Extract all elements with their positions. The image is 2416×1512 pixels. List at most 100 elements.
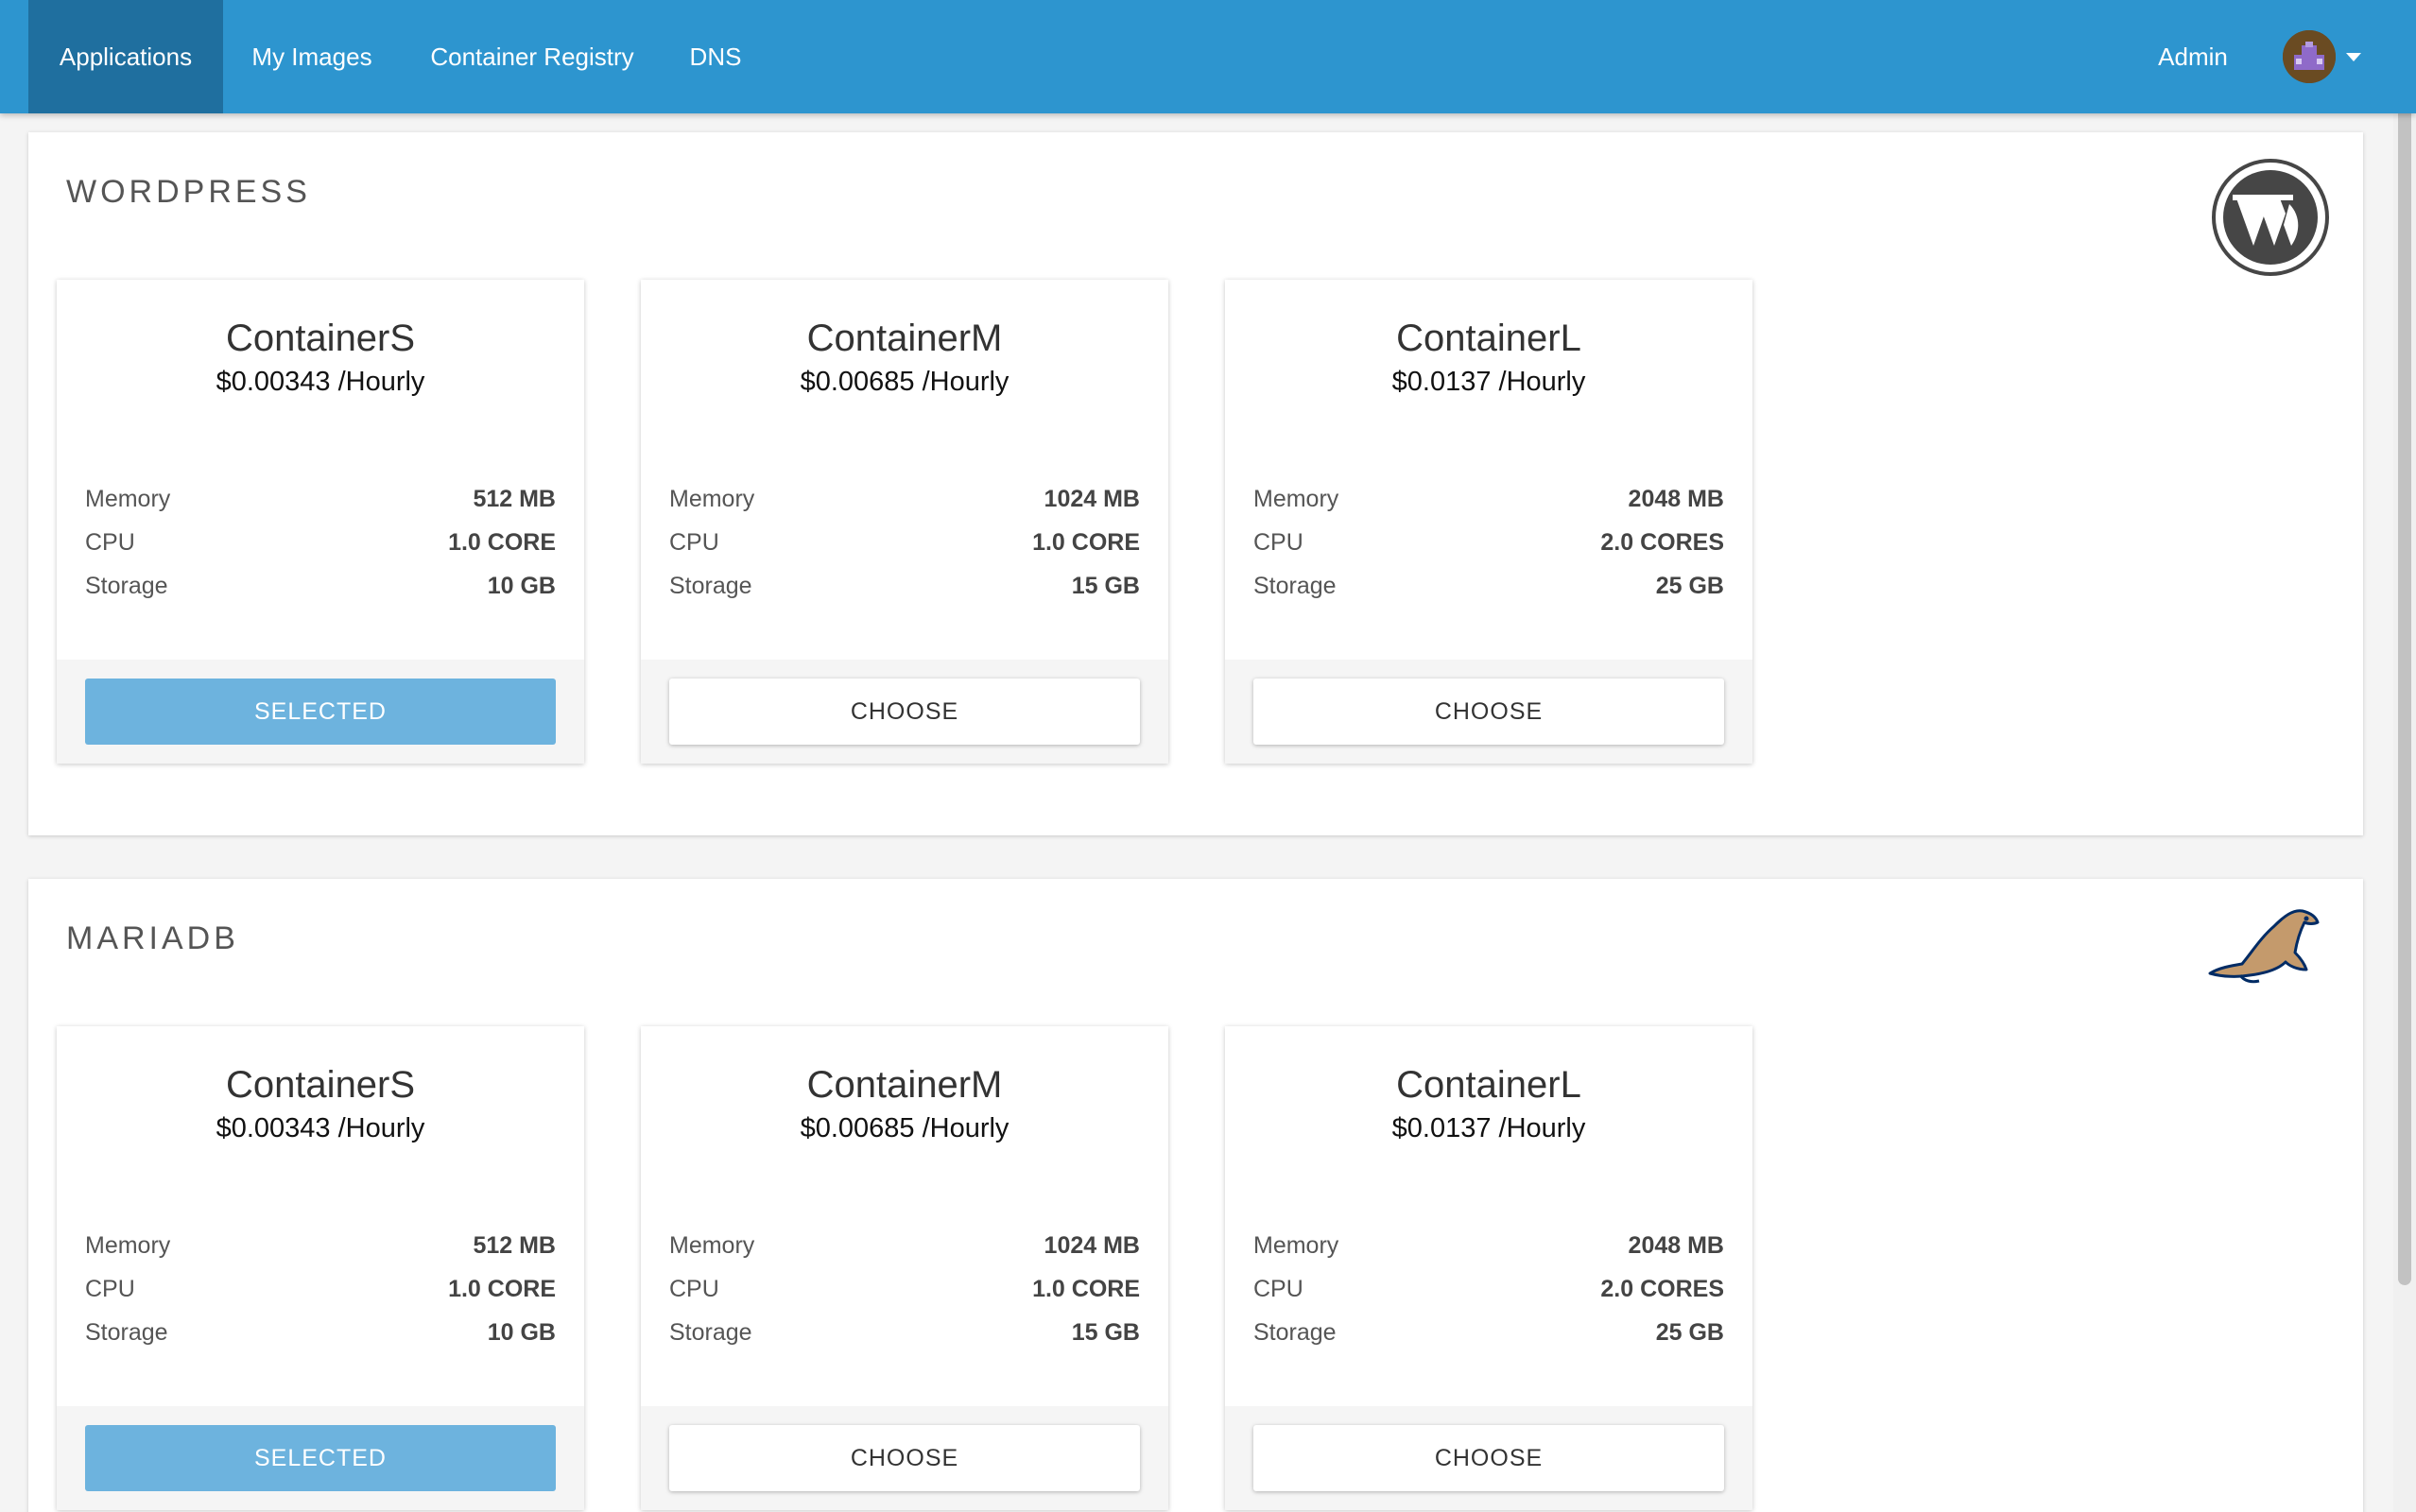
spec-value: 25 GB bbox=[1655, 573, 1724, 599]
spec-row-cpu: CPU 1.0 CORE bbox=[669, 1270, 1140, 1308]
spec-value: 1.0 CORE bbox=[1032, 1276, 1140, 1302]
tab-dns[interactable]: DNS bbox=[677, 0, 754, 113]
section-title: WORDPRESS bbox=[66, 174, 311, 210]
plan-price: $0.00343 /Hourly bbox=[216, 367, 425, 397]
spec-value: 2.0 CORES bbox=[1600, 529, 1724, 556]
plan-price: $0.0137 /Hourly bbox=[1391, 1113, 1586, 1143]
spec-value: 2048 MB bbox=[1628, 486, 1724, 512]
plan-card-containers: ContainerS $0.00343 /Hourly Memory 512 M… bbox=[57, 280, 584, 764]
selected-button[interactable]: SELECTED bbox=[85, 1425, 556, 1491]
spec-label: Storage bbox=[1253, 573, 1337, 599]
spec-value: 2.0 CORES bbox=[1600, 1276, 1724, 1302]
spec-value: 1024 MB bbox=[1044, 486, 1140, 512]
card-footer: CHOOSE bbox=[641, 1406, 1168, 1510]
spec-label: Memory bbox=[669, 1232, 755, 1259]
spec-value: 15 GB bbox=[1071, 573, 1140, 599]
spec-label: Memory bbox=[85, 486, 171, 512]
plan-name: ContainerL bbox=[1396, 1064, 1581, 1106]
spec-label: Storage bbox=[85, 573, 168, 599]
caret-down-icon[interactable] bbox=[2346, 53, 2361, 61]
spec-label: CPU bbox=[1253, 529, 1303, 556]
spec-value: 15 GB bbox=[1071, 1319, 1140, 1346]
spec-row-memory: Memory 2048 MB bbox=[1253, 1227, 1724, 1264]
spec-label: Memory bbox=[1253, 486, 1339, 512]
spec-row-memory: Memory 512 MB bbox=[85, 1227, 556, 1264]
spec-label: Storage bbox=[669, 573, 752, 599]
spec-row-cpu: CPU 2.0 CORES bbox=[1253, 524, 1724, 561]
spec-row-storage: Storage 15 GB bbox=[669, 1314, 1140, 1351]
spec-value: 10 GB bbox=[487, 573, 556, 599]
spec-value: 25 GB bbox=[1655, 1319, 1724, 1346]
plan-name: ContainerM bbox=[806, 1064, 1003, 1106]
plan-price: $0.00685 /Hourly bbox=[800, 1113, 1010, 1143]
mariadb-seal-logo-icon bbox=[2202, 903, 2325, 993]
plan-price: $0.00685 /Hourly bbox=[800, 367, 1010, 397]
spec-row-cpu: CPU 1.0 CORE bbox=[669, 524, 1140, 561]
spec-value: 512 MB bbox=[473, 486, 556, 512]
spec-label: Memory bbox=[1253, 1232, 1339, 1259]
spec-value: 2048 MB bbox=[1628, 1232, 1724, 1259]
card-footer: CHOOSE bbox=[1225, 1406, 1752, 1510]
spec-label: Memory bbox=[85, 1232, 171, 1259]
spec-row-memory: Memory 512 MB bbox=[85, 480, 556, 518]
spec-value: 1.0 CORE bbox=[448, 529, 556, 556]
spec-label: CPU bbox=[85, 1276, 135, 1302]
plan-price: $0.00343 /Hourly bbox=[216, 1113, 425, 1143]
spec-label: Storage bbox=[1253, 1319, 1337, 1346]
spec-value: 1.0 CORE bbox=[1032, 529, 1140, 556]
section-title: MARIADB bbox=[66, 920, 239, 956]
tab-applications[interactable]: Applications bbox=[28, 0, 223, 113]
spec-value: 1.0 CORE bbox=[448, 1276, 556, 1302]
top-navbar: Applications My Images Container Registr… bbox=[0, 0, 2416, 113]
plan-card-containerl: ContainerL $0.0137 /Hourly Memory 2048 M… bbox=[1225, 1026, 1752, 1510]
app-section-wordpress: WORDPRESS ContainerS $0.00343 /Hourly Me… bbox=[28, 132, 2363, 835]
choose-button[interactable]: CHOOSE bbox=[1253, 679, 1724, 745]
spec-label: Storage bbox=[85, 1319, 168, 1346]
spec-label: Storage bbox=[669, 1319, 752, 1346]
plan-card-containerm: ContainerM $0.00685 /Hourly Memory 1024 … bbox=[641, 1026, 1168, 1510]
card-footer: CHOOSE bbox=[641, 660, 1168, 764]
plan-name: ContainerL bbox=[1396, 318, 1581, 359]
selected-button[interactable]: SELECTED bbox=[85, 679, 556, 745]
card-footer: CHOOSE bbox=[1225, 660, 1752, 764]
spec-value: 1024 MB bbox=[1044, 1232, 1140, 1259]
tab-my-images[interactable]: My Images bbox=[236, 0, 388, 113]
tab-container-registry[interactable]: Container Registry bbox=[416, 0, 648, 113]
wordpress-logo-icon bbox=[2212, 159, 2329, 281]
plan-card-containerl: ContainerL $0.0137 /Hourly Memory 2048 M… bbox=[1225, 280, 1752, 764]
card-footer: SELECTED bbox=[57, 660, 584, 764]
spec-row-storage: Storage 25 GB bbox=[1253, 567, 1724, 605]
spec-label: Memory bbox=[669, 486, 755, 512]
plan-card-containers: ContainerS $0.00343 /Hourly Memory 512 M… bbox=[57, 1026, 584, 1510]
plan-card-containerm: ContainerM $0.00685 /Hourly Memory 1024 … bbox=[641, 280, 1168, 764]
plan-name: ContainerS bbox=[225, 1064, 416, 1106]
choose-button[interactable]: CHOOSE bbox=[669, 679, 1140, 745]
choose-button[interactable]: CHOOSE bbox=[1253, 1425, 1724, 1491]
spec-row-storage: Storage 15 GB bbox=[669, 567, 1140, 605]
spec-label: CPU bbox=[1253, 1276, 1303, 1302]
plan-price: $0.0137 /Hourly bbox=[1391, 367, 1586, 397]
spec-row-cpu: CPU 2.0 CORES bbox=[1253, 1270, 1724, 1308]
spec-row-memory: Memory 2048 MB bbox=[1253, 480, 1724, 518]
spec-label: CPU bbox=[669, 1276, 719, 1302]
user-name-label[interactable]: Admin bbox=[2136, 0, 2250, 113]
spec-value: 10 GB bbox=[487, 1319, 556, 1346]
spec-row-cpu: CPU 1.0 CORE bbox=[85, 524, 556, 561]
app-section-mariadb: MARIADB ContainerS $0.00343 /Hourly Memo… bbox=[28, 879, 2363, 1512]
spec-label: CPU bbox=[669, 529, 719, 556]
card-footer: SELECTED bbox=[57, 1406, 584, 1510]
spec-row-cpu: CPU 1.0 CORE bbox=[85, 1270, 556, 1308]
user-avatar-icon[interactable] bbox=[2283, 30, 2336, 83]
app-viewport: Applications My Images Container Registr… bbox=[0, 0, 2416, 1512]
spec-row-storage: Storage 10 GB bbox=[85, 567, 556, 605]
spec-value: 512 MB bbox=[473, 1232, 556, 1259]
spec-row-storage: Storage 10 GB bbox=[85, 1314, 556, 1351]
spec-row-storage: Storage 25 GB bbox=[1253, 1314, 1724, 1351]
choose-button[interactable]: CHOOSE bbox=[669, 1425, 1140, 1491]
plan-name: ContainerS bbox=[225, 318, 416, 359]
plan-name: ContainerM bbox=[806, 318, 1003, 359]
spec-label: CPU bbox=[85, 529, 135, 556]
spec-row-memory: Memory 1024 MB bbox=[669, 480, 1140, 518]
spec-row-memory: Memory 1024 MB bbox=[669, 1227, 1140, 1264]
scrollbar-thumb[interactable] bbox=[2398, 87, 2411, 1285]
